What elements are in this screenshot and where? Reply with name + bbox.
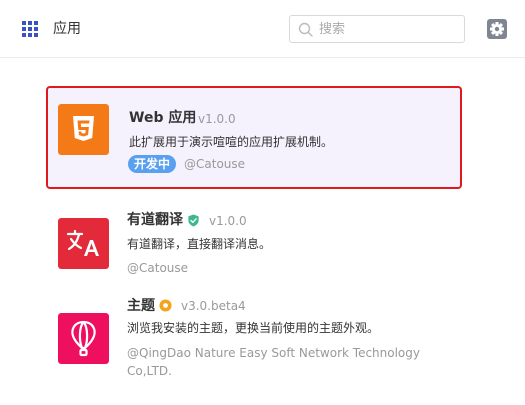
app-card-web[interactable]: Web 应用 v1.0.0 此扩展用于演示喧喧的应用扩展机制。 开发中 @Cat… (46, 86, 462, 189)
page-title: 应用 (53, 21, 81, 37)
status-badge: 开发中 (128, 155, 177, 173)
app-version: v1.0.0 (198, 112, 236, 126)
grid-icon[interactable] (22, 21, 38, 37)
verified-badge-icon (188, 214, 199, 227)
app-card-youdao[interactable]: 有道翻译 v1.0.0 有道翻译，直接翻译消息。 @Catouse (46, 196, 462, 286)
html5-icon (58, 104, 109, 155)
app-name: Web 应用 (129, 110, 197, 126)
app-description: 有道翻译，直接翻译消息。 (127, 237, 272, 251)
search-icon (298, 22, 313, 37)
app-version: v1.0.0 (209, 214, 247, 228)
app-author: @QingDao Nature Easy Soft Network Techno… (127, 346, 420, 360)
official-badge-icon (159, 299, 172, 312)
translate-icon (58, 218, 109, 269)
balloon-icon (58, 313, 109, 364)
search-box[interactable] (289, 15, 465, 43)
app-author-continued: Co,LTD. (127, 364, 172, 378)
app-author: @Catouse (184, 157, 246, 171)
search-input[interactable] (319, 19, 459, 39)
app-author: @Catouse (127, 261, 189, 275)
app-description: 浏览我安装的主题，更换当前使用的主题外观。 (127, 321, 380, 335)
app-version: v3.0.beta4 (181, 299, 246, 313)
app-card-theme[interactable]: 主题 v3.0.beta4 浏览我安装的主题，更换当前使用的主题外观。 @Qin… (46, 286, 462, 386)
gear-icon[interactable] (487, 19, 507, 39)
app-description: 此扩展用于演示喧喧的应用扩展机制。 (129, 135, 334, 149)
header-bar: 应用 (0, 0, 525, 58)
app-name: 主题 (127, 298, 155, 314)
app-name: 有道翻译 (127, 212, 183, 228)
